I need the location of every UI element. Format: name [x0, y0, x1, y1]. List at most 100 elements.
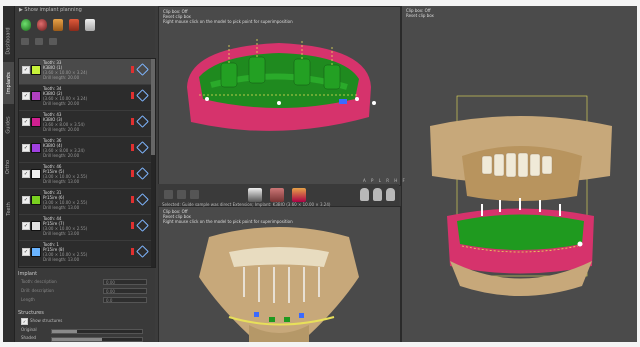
implant-drill-length: Drill length: 20.00	[43, 153, 80, 158]
lock-marker-icon[interactable]	[131, 144, 134, 151]
implant-visible-checkbox[interactable]: ✓	[22, 92, 30, 100]
slider-row: Original	[21, 327, 151, 334]
prop-label: Drill: description	[21, 288, 54, 293]
visibility-eye-icon[interactable]	[136, 63, 149, 76]
scrollbar-thumb[interactable]	[151, 59, 155, 155]
show-structures-row[interactable]: ✓ Show structures	[21, 318, 151, 325]
skull-guide-render	[430, 95, 612, 296]
viewport3-reset[interactable]: Reset clip box	[406, 13, 434, 18]
side-tab-guides[interactable]: Guides	[3, 104, 14, 146]
implant-drill-length: Drill length: 13.00	[43, 257, 80, 262]
lock-marker-icon[interactable]	[131, 92, 134, 99]
implant-visible-checkbox[interactable]: ✓	[22, 170, 30, 178]
show-structures-checkbox[interactable]: ✓	[21, 318, 28, 325]
paste-icon[interactable]	[35, 38, 43, 45]
implant-color-swatch[interactable]	[31, 195, 41, 205]
implant-info: Tooth: 34 K3BIO (2) (3.60 × 10.00 × 3.24) D…	[43, 86, 87, 106]
lock-marker-icon[interactable]	[131, 196, 134, 203]
implant-color-swatch[interactable]	[31, 143, 41, 153]
implant-row[interactable]: ✓ Tooth: 34 K3BIO (2) (3.60 × 10.00 × 3.24)…	[19, 85, 155, 111]
side-tab-dashboard[interactable]: Dashboard	[3, 20, 14, 62]
implant-visible-checkbox[interactable]: ✓	[22, 248, 30, 256]
prop-field[interactable]: 0.00	[103, 279, 147, 285]
implant-visible-checkbox[interactable]: ✓	[22, 222, 30, 230]
implant-info: Tooth: 36 K3BIO (4) (3.60 × 8.00 × 3.24) Dr…	[43, 138, 85, 158]
implant-color-swatch[interactable]	[31, 117, 41, 127]
implant-color-swatch[interactable]	[31, 65, 41, 75]
implant-visible-checkbox[interactable]: ✓	[22, 118, 30, 126]
implant-drill-length: Drill length: 20.00	[43, 127, 80, 132]
original-slider[interactable]	[51, 329, 143, 334]
implant-row[interactable]: ✓ Tooth: 44 Pr15ire (7) (3.00 × 10.00 × 2.5…	[19, 215, 155, 241]
tissue-view-icon[interactable]	[270, 188, 284, 202]
viewport-3d-right[interactable]: Clip box: Off Reset clip box	[401, 6, 637, 342]
implant-color-swatch[interactable]	[31, 91, 41, 101]
orientation-labels: A P L R H F	[363, 178, 407, 183]
implant-section-title: Implant	[18, 271, 38, 277]
implant-row[interactable]: ✓ Tooth: 36 K3BIO (4) (3.60 × 8.00 × 3.24) D…	[19, 137, 155, 163]
tooth-orientation-icon[interactable]	[386, 188, 395, 201]
visibility-eye-icon[interactable]	[136, 89, 149, 102]
shaded-slider[interactable]	[51, 337, 143, 342]
implant-list: ✓ Tooth: 33 K3BIO (1) (3.60 × 10.00 × 3.24)…	[18, 58, 156, 268]
sleeve-library-icon[interactable]	[69, 19, 79, 31]
implant-visible-checkbox[interactable]: ✓	[22, 196, 30, 204]
implant-color-swatch[interactable]	[31, 221, 41, 231]
slider-row: Shaded	[21, 335, 151, 342]
visibility-eye-icon[interactable]	[136, 141, 149, 154]
report-icon[interactable]	[85, 19, 95, 31]
lock-marker-icon[interactable]	[131, 118, 134, 125]
implant-color-swatch[interactable]	[31, 169, 41, 179]
implant-row[interactable]: ✓ Tooth: 43 K3BIO (3) (3.60 × 8.00 × 3.54) D…	[19, 111, 155, 137]
mixed-view-icon[interactable]	[292, 188, 306, 202]
zoom-icon[interactable]	[190, 190, 199, 199]
left-panel: ▶ Show implant planning ✓ Tooth: 33 K3BIO …	[15, 6, 156, 342]
pan-icon[interactable]	[177, 190, 186, 199]
viewport1-hint: Right mouse click on the model to pick p…	[163, 19, 293, 24]
visibility-eye-icon[interactable]	[136, 115, 149, 128]
lock-marker-icon[interactable]	[131, 66, 134, 73]
visibility-eye-icon[interactable]	[136, 193, 149, 206]
slider-fill	[52, 338, 102, 341]
implant-drill-length: Drill length: 20.00	[43, 75, 80, 80]
implant-row[interactable]: ✓ Tooth: 1 Pr15ire (8) (3.00 × 10.00 × 2.55…	[19, 241, 155, 267]
viewport-3d-bottom[interactable]: Clip box: Off Reset clip box Right mouse…	[158, 206, 401, 342]
implant-info: Tooth: 46 Pr15ire (5) (3.00 × 10.00 × 2.55…	[43, 164, 87, 184]
implant-info: Tooth: 43 K3BIO (3) (3.60 × 8.00 × 3.54) Dr…	[43, 112, 85, 132]
list-scrollbar[interactable]	[151, 59, 155, 267]
implant-color-swatch[interactable]	[31, 247, 41, 257]
side-tab-teeth[interactable]: Teeth	[3, 188, 14, 230]
implant-visible-checkbox[interactable]: ✓	[22, 144, 30, 152]
tooth-orientation-icon[interactable]	[373, 188, 382, 201]
implant-visible-checkbox[interactable]: ✓	[22, 66, 30, 74]
implant-row[interactable]: ✓ Tooth: 33 K3BIO (1) (3.60 × 10.00 × 3.24)…	[19, 59, 155, 85]
skull-front-render	[199, 227, 359, 342]
panel-title[interactable]: ▶ Show implant planning	[15, 6, 155, 14]
lock-marker-icon[interactable]	[131, 170, 134, 177]
prop-label: Tooth: description	[21, 279, 57, 284]
visibility-eye-icon[interactable]	[136, 219, 149, 232]
show-structures-label: Show structures	[30, 318, 63, 323]
implant-library-icon[interactable]	[53, 19, 63, 31]
rotate-icon[interactable]	[164, 190, 173, 199]
implant-row[interactable]: ✓ Tooth: 46 Pr15ire (5) (3.00 × 10.00 × 2.5…	[19, 163, 155, 189]
visibility-eye-icon[interactable]	[136, 167, 149, 180]
lock-marker-icon[interactable]	[131, 248, 134, 255]
add-implant-icon[interactable]	[21, 19, 31, 31]
lock-marker-icon[interactable]	[131, 222, 134, 229]
skull-view-icon[interactable]	[248, 188, 262, 202]
visibility-eye-icon[interactable]	[136, 245, 149, 258]
prop-field[interactable]: 0.0	[103, 297, 147, 303]
side-tab-ortho[interactable]: Ortho	[3, 146, 14, 188]
settings-icon[interactable]	[49, 38, 57, 45]
viewport-3d-top[interactable]: Clip box: Off Reset clip box Right mouse…	[158, 6, 401, 186]
remove-implant-icon[interactable]	[37, 19, 47, 31]
side-tab-implants[interactable]: Implants	[3, 62, 14, 104]
implant-row[interactable]: ✓ Tooth: 31 Pr15ire (6) (3.00 × 10.00 × 2.5…	[19, 189, 155, 215]
prop-field[interactable]: 0.00	[103, 288, 147, 294]
copy-icon[interactable]	[21, 38, 29, 45]
implant-info: Tooth: 44 Pr15ire (7) (3.00 × 10.00 × 2.55…	[43, 216, 87, 236]
side-tab-strip: Dashboard Implants Guides Ortho Teeth	[3, 6, 15, 342]
prop-label: Length	[21, 297, 35, 302]
tooth-orientation-icon[interactable]	[360, 188, 369, 201]
